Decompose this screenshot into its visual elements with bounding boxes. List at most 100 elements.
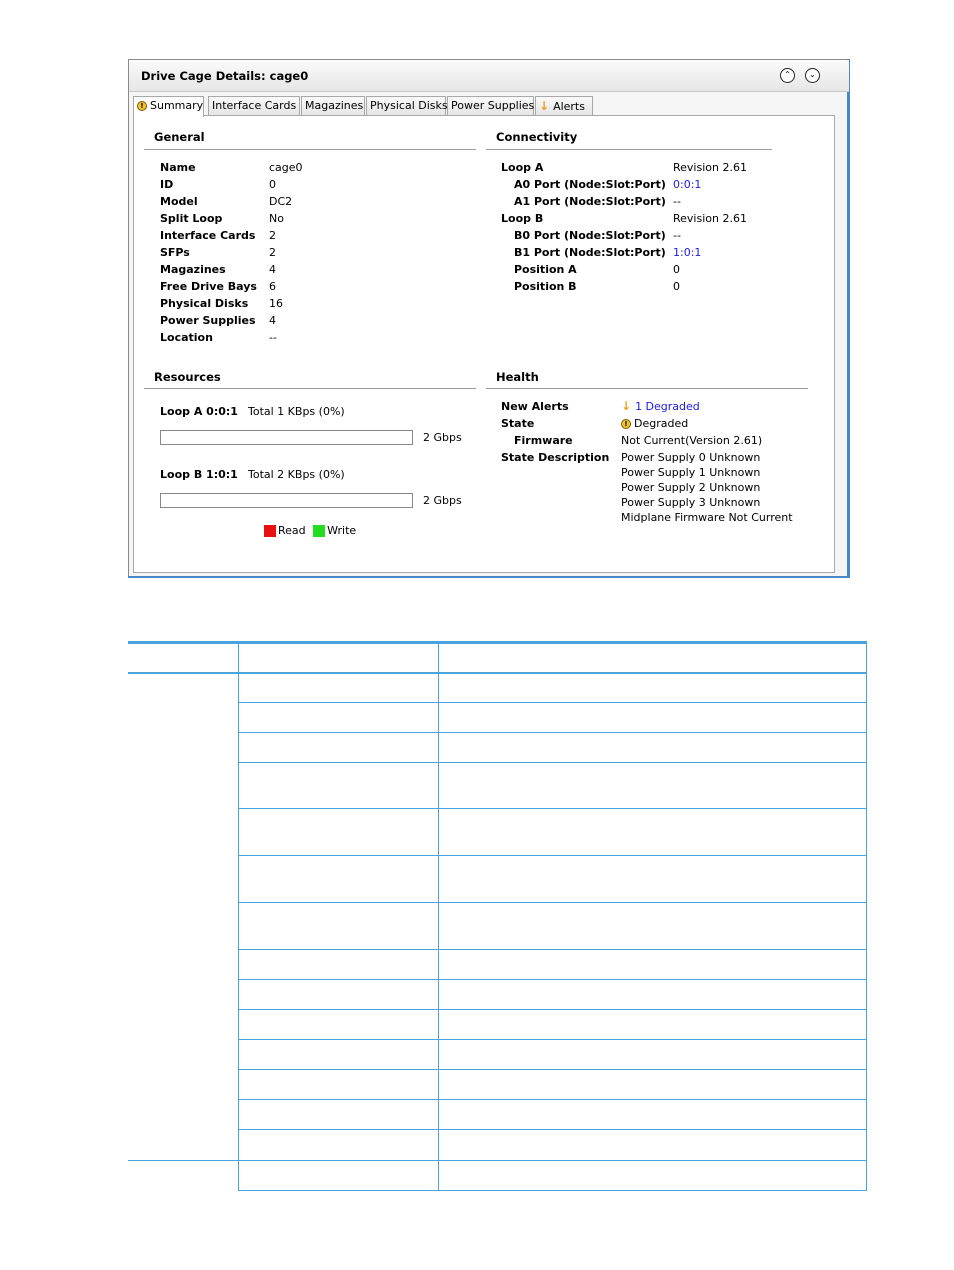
general-label: Interface Cards <box>160 229 256 242</box>
general-value: No <box>269 212 284 225</box>
general-value: 16 <box>269 297 283 310</box>
loop-b-total: Total 2 KBps (0%) <box>248 468 345 481</box>
general-value: 4 <box>269 263 276 276</box>
general-label: Magazines <box>160 263 226 276</box>
general-heading: General <box>154 130 205 144</box>
connectivity-value: 0 <box>673 263 680 276</box>
down-arrow-alert-icon: ↓ <box>539 99 550 113</box>
connectivity-label: A0 Port (Node:Slot:Port) <box>514 178 666 191</box>
general-label: Model <box>160 195 198 208</box>
connectivity-heading: Connectivity <box>496 130 578 144</box>
connectivity-label: A1 Port (Node:Slot:Port) <box>514 195 666 208</box>
connectivity-label: Position B <box>514 280 577 293</box>
tab-interface-cards-label: Interface Cards <box>212 99 297 112</box>
tab-power-supplies[interactable]: Power Supplies <box>447 96 534 116</box>
connectivity-label: B1 Port (Node:Slot:Port) <box>514 246 666 259</box>
table-row-rule <box>238 902 867 903</box>
warning-circle-icon: ! <box>137 101 147 111</box>
tab-summary-label: Summary <box>150 99 204 112</box>
new-alerts-link[interactable]: 1 Degraded <box>635 400 700 413</box>
table-col-rule <box>438 644 439 1191</box>
general-divider <box>144 149 476 150</box>
table-row-rule <box>238 855 867 856</box>
table-row-rule <box>238 702 867 703</box>
read-swatch <box>264 525 276 537</box>
tab-interface-cards[interactable]: Interface Cards <box>208 96 300 116</box>
new-alerts-value[interactable]: ↓ 1 Degraded <box>621 399 700 413</box>
health-heading: Health <box>496 370 539 384</box>
state-label: State <box>501 417 535 430</box>
summary-content: General Name cage0 ID 0 Model DC2 Split … <box>133 115 835 573</box>
double-chevron-down-icon[interactable]: ⌄ <box>805 68 820 83</box>
table-row-rule <box>238 808 867 809</box>
connectivity-value: Revision 2.61 <box>673 212 747 225</box>
general-value: 4 <box>269 314 276 327</box>
general-value: 6 <box>269 280 276 293</box>
table-row-rule <box>238 1129 867 1130</box>
table-row-rule <box>238 1190 867 1191</box>
firmware-label: Firmware <box>514 434 573 447</box>
tab-alerts-label: Alerts <box>553 100 585 113</box>
tab-summary[interactable]: ! Summary <box>133 96 204 117</box>
general-value: -- <box>269 331 277 344</box>
table-row-rule <box>238 1099 867 1100</box>
table-row-rule <box>238 1039 867 1040</box>
general-value: DC2 <box>269 195 293 208</box>
state-description-line: Power Supply 2 Unknown <box>621 481 761 494</box>
state-description-label: State Description <box>501 451 610 464</box>
legend-read: Read <box>278 524 306 537</box>
connectivity-value: -- <box>673 229 681 242</box>
connectivity-value: Revision 2.61 <box>673 161 747 174</box>
warning-circle-icon: ! <box>621 419 631 429</box>
panel-titlebar: Drive Cage Details: cage0 ⌃ ⌄ <box>129 60 849 92</box>
state-description-line: Power Supply 0 Unknown <box>621 451 761 464</box>
state-value-text: Degraded <box>634 417 689 430</box>
loop-a-label: Loop A 0:0:1 <box>160 405 238 418</box>
resources-divider <box>144 388 476 389</box>
table-col-rule <box>238 644 239 1191</box>
connectivity-divider <box>486 149 772 150</box>
table-row-rule <box>238 762 867 763</box>
panel-selection-edge <box>847 59 850 578</box>
port-link-b1[interactable]: 1:0:1 <box>673 246 701 259</box>
connectivity-label: Loop B <box>501 212 544 225</box>
general-value: 0 <box>269 178 276 191</box>
general-label: ID <box>160 178 174 191</box>
state-value: ! Degraded <box>621 417 688 430</box>
general-label: Location <box>160 331 213 344</box>
drive-cage-details-panel: Drive Cage Details: cage0 ⌃ ⌄ ! Summary I… <box>128 59 850 578</box>
connectivity-label: Loop A <box>501 161 544 174</box>
connectivity-value: -- <box>673 195 681 208</box>
loop-b-throughput-bar <box>160 493 413 508</box>
loop-a-capacity: 2 Gbps <box>423 431 462 444</box>
down-arrow-alert-icon: ↓ <box>621 399 632 413</box>
write-swatch <box>313 525 326 537</box>
general-label: SFPs <box>160 246 190 259</box>
resources-heading: Resources <box>154 370 221 384</box>
table-row-rule <box>238 1069 867 1070</box>
tab-physical-disks[interactable]: Physical Disks <box>366 96 448 116</box>
general-label: Name <box>160 161 196 174</box>
port-link-a0[interactable]: 0:0:1 <box>673 178 701 191</box>
general-value: cage0 <box>269 161 303 174</box>
table-row-rule <box>238 979 867 980</box>
tab-magazines[interactable]: Magazines <box>301 96 365 116</box>
table-group-rule <box>128 1160 867 1161</box>
double-chevron-up-icon[interactable]: ⌃ <box>780 68 795 83</box>
general-value: 2 <box>269 246 276 259</box>
tab-physical-disks-label: Physical Disks <box>370 99 448 112</box>
tab-power-supplies-label: Power Supplies <box>451 99 535 112</box>
loop-a-total: Total 1 KBps (0%) <box>248 405 345 418</box>
general-label: Power Supplies <box>160 314 256 327</box>
description-table <box>128 641 867 1191</box>
firmware-value: Not Current(Version 2.61) <box>621 434 763 447</box>
legend-write: Write <box>327 524 357 537</box>
health-divider <box>486 388 808 389</box>
table-row-rule <box>238 1009 867 1010</box>
loop-b-label: Loop B 1:0:1 <box>160 468 238 481</box>
table-col-rule <box>866 644 867 1191</box>
panel-selection-edge-bottom <box>128 576 850 578</box>
tab-alerts[interactable]: ↓ Alerts <box>535 96 593 116</box>
general-label: Physical Disks <box>160 297 249 310</box>
general-value: 2 <box>269 229 276 242</box>
